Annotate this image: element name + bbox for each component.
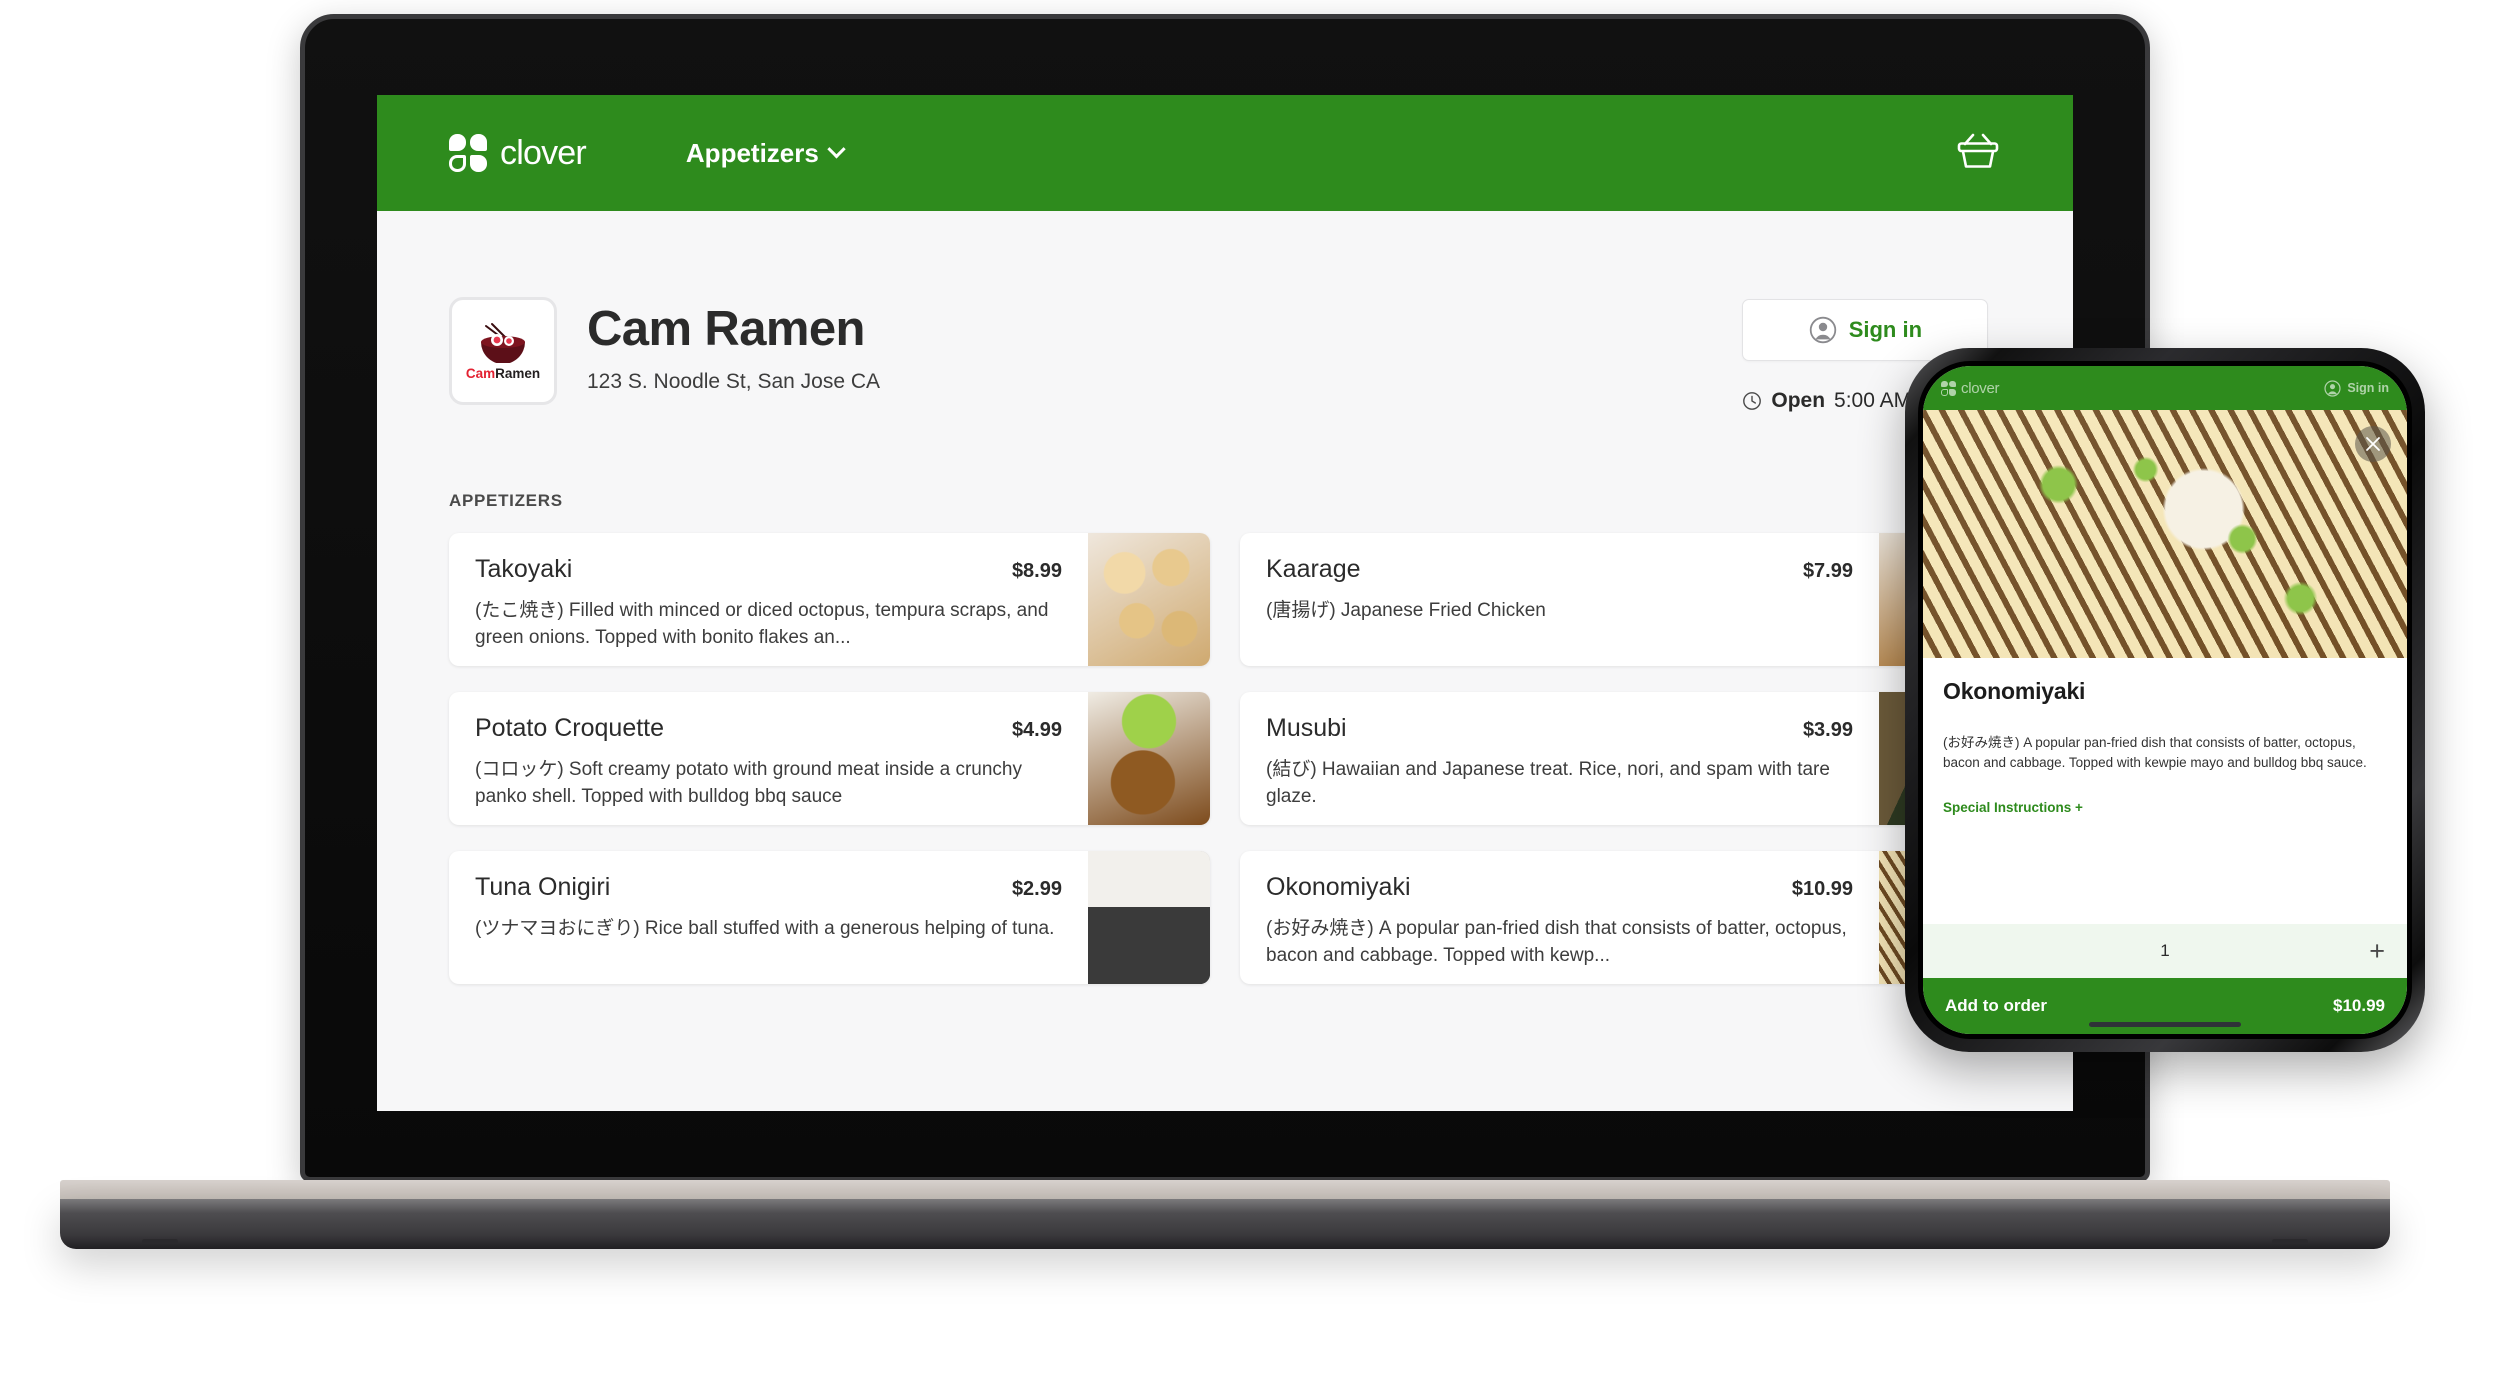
menu-item-description: (お好み焼き) A popular pan-fried dish that co… <box>1266 918 1847 966</box>
sign-in-label: Sign in <box>1848 317 1923 342</box>
phone-sign-in-label: Sign in <box>2347 381 2389 395</box>
menu-item-body: Kaarage $7.99 (唐揚げ) Japanese Fried Chick… <box>1240 533 1879 666</box>
laptop-base-body <box>60 1199 2390 1249</box>
menu-item-description: (唐揚げ) Japanese Fried Chicken <box>1266 600 1546 621</box>
user-avatar-icon <box>2324 379 2341 397</box>
user-avatar-icon <box>1809 316 1836 344</box>
top-navbar: clover Appetizers <box>377 95 2073 211</box>
item-description: (お好み焼き) A popular pan-fried dish that co… <box>1943 735 2367 771</box>
laptop-device: clover Appetizers CamRamen Cam Ramen 123… <box>60 14 2390 1264</box>
menu-item-thumbnail <box>1088 533 1210 666</box>
menu-item-price: $8.99 <box>1011 560 1062 582</box>
laptop-lid: clover Appetizers CamRamen Cam Ramen 123… <box>300 14 2150 1182</box>
phone-bezel: clover Sign in Okonomiyaki (お好み焼き) A pop… <box>1918 361 2412 1039</box>
clover-wordmark: clover <box>500 133 587 172</box>
menu-item-card[interactable]: Takoyaki $8.99 (たこ焼き) Filled with minced… <box>449 533 1210 666</box>
menu-item-card[interactable]: Potato Croquette $4.99 (コロッケ) Soft cream… <box>449 692 1210 825</box>
clover-wordmark: clover <box>1961 379 2000 397</box>
quantity-value: 1 <box>2160 941 2170 960</box>
menu-item-name: Tuna Onigiri <box>475 873 611 901</box>
menu-item-body: Okonomiyaki $10.99 (お好み焼き) A popular pan… <box>1240 851 1879 984</box>
restaurant-meta: Cam Ramen 123 S. Noodle St, San Jose CA <box>587 297 880 394</box>
chevron-down-icon <box>827 139 846 158</box>
shopping-basket-icon[interactable] <box>1955 130 2001 177</box>
laptop-screen: clover Appetizers CamRamen Cam Ramen 123… <box>377 95 2073 1111</box>
category-label: Appetizers <box>685 137 819 168</box>
menu-section-label: APPETIZERS <box>449 491 563 510</box>
menu-item-description: (たこ焼き) Filled with minced or diced octop… <box>475 600 1049 648</box>
menu-grid: Takoyaki $8.99 (たこ焼き) Filled with minced… <box>449 533 2001 984</box>
laptop-base-lip <box>60 1180 2390 1200</box>
item-hero-image <box>1923 410 2407 658</box>
item-title: Okonomiyaki <box>1943 678 2086 704</box>
laptop-foot-left <box>142 1239 178 1244</box>
menu-item-thumbnail <box>1088 692 1210 825</box>
add-to-order-label: Add to order <box>1945 996 2047 1015</box>
restaurant-page: CamRamen Cam Ramen 123 S. Noodle St, San… <box>377 211 2073 1111</box>
restaurant-address: 123 S. Noodle St, San Jose CA <box>587 370 881 393</box>
menu-item-card[interactable]: Okonomiyaki $10.99 (お好み焼き) A popular pan… <box>1240 851 2001 984</box>
close-icon[interactable] <box>2355 426 2391 462</box>
clover-mark-icon <box>1941 380 1956 396</box>
menu-item-body: Takoyaki $8.99 (たこ焼き) Filled with minced… <box>449 533 1088 666</box>
menu-item-top: Musubi $3.99 <box>1266 714 1853 743</box>
logo-text-ramen: Ramen <box>495 366 541 381</box>
phone-clover-logo[interactable]: clover <box>1941 379 2000 397</box>
menu-item-price: $4.99 <box>1011 719 1062 741</box>
menu-item-top: Okonomiyaki $10.99 <box>1266 873 1853 902</box>
item-detail-panel: Okonomiyaki (お好み焼き) A popular pan-fried … <box>1923 658 2407 924</box>
menu-item-price: $10.99 <box>1791 878 1853 900</box>
menu-item-price: $2.99 <box>1011 878 1062 900</box>
menu-item-description: (コロッケ) Soft creamy potato with ground me… <box>475 759 1023 807</box>
scene: clover Appetizers CamRamen Cam Ramen 123… <box>0 0 2500 1388</box>
ramen-bowl-icon <box>472 321 534 363</box>
menu-item-body: Musubi $3.99 (結び) Hawaiian and Japanese … <box>1240 692 1879 825</box>
restaurant-header: CamRamen Cam Ramen 123 S. Noodle St, San… <box>449 211 2001 413</box>
clock-icon <box>1743 392 1762 410</box>
restaurant-logo-text: CamRamen <box>466 366 540 381</box>
menu-item-name: Okonomiyaki <box>1266 873 1411 901</box>
laptop-base <box>60 1180 2390 1256</box>
restaurant-logo: CamRamen <box>449 297 557 405</box>
menu-item-top: Potato Croquette $4.99 <box>475 714 1062 743</box>
menu-item-body: Potato Croquette $4.99 (コロッケ) Soft cream… <box>449 692 1088 825</box>
menu-item-card[interactable]: Kaarage $7.99 (唐揚げ) Japanese Fried Chick… <box>1240 533 2001 666</box>
menu-item-description: (結び) Hawaiian and Japanese treat. Rice, … <box>1266 759 1830 807</box>
menu-item-name: Kaarage <box>1266 555 1361 583</box>
add-to-order-button[interactable]: Add to order $10.99 <box>1923 978 2407 1034</box>
menu-item-name: Potato Croquette <box>475 714 665 742</box>
menu-item-name: Musubi <box>1266 714 1347 742</box>
logo-text-cam: Cam <box>465 366 496 381</box>
page-title: Cam Ramen <box>587 302 865 356</box>
home-indicator <box>2089 1022 2241 1027</box>
menu-item-top: Takoyaki $8.99 <box>475 555 1062 584</box>
menu-item-top: Kaarage $7.99 <box>1266 555 1853 584</box>
menu-item-top: Tuna Onigiri $2.99 <box>475 873 1062 902</box>
menu-item-card[interactable]: Tuna Onigiri $2.99 (ツナマヨおにぎり) Rice ball … <box>449 851 1210 984</box>
quantity-stepper: 1 + <box>1923 924 2407 978</box>
clover-mark-icon <box>449 134 487 172</box>
clover-logo[interactable]: clover <box>449 133 587 173</box>
phone-sign-in-button[interactable]: Sign in <box>2324 379 2389 397</box>
add-to-order-price: $10.99 <box>2333 996 2385 1015</box>
menu-item-card[interactable]: Musubi $3.99 (結び) Hawaiian and Japanese … <box>1240 692 2001 825</box>
phone-device: clover Sign in Okonomiyaki (お好み焼き) A pop… <box>1905 348 2425 1052</box>
laptop-foot-right <box>2272 1239 2308 1244</box>
store-status: Open <box>1771 389 1826 412</box>
menu-item-price: $3.99 <box>1802 719 1853 741</box>
phone-navbar: clover Sign in <box>1923 366 2407 410</box>
menu-item-body: Tuna Onigiri $2.99 (ツナマヨおにぎり) Rice ball … <box>449 851 1088 984</box>
category-dropdown[interactable]: Appetizers <box>685 137 846 169</box>
phone-screen: clover Sign in Okonomiyaki (お好み焼き) A pop… <box>1923 366 2407 1034</box>
menu-item-name: Takoyaki <box>475 555 573 583</box>
menu-item-price: $7.99 <box>1802 560 1853 582</box>
menu-item-description: (ツナマヨおにぎり) Rice ball stuffed with a gene… <box>475 918 1055 939</box>
special-instructions-link[interactable]: Special Instructions + <box>1943 800 2387 815</box>
menu-item-thumbnail <box>1088 851 1210 984</box>
